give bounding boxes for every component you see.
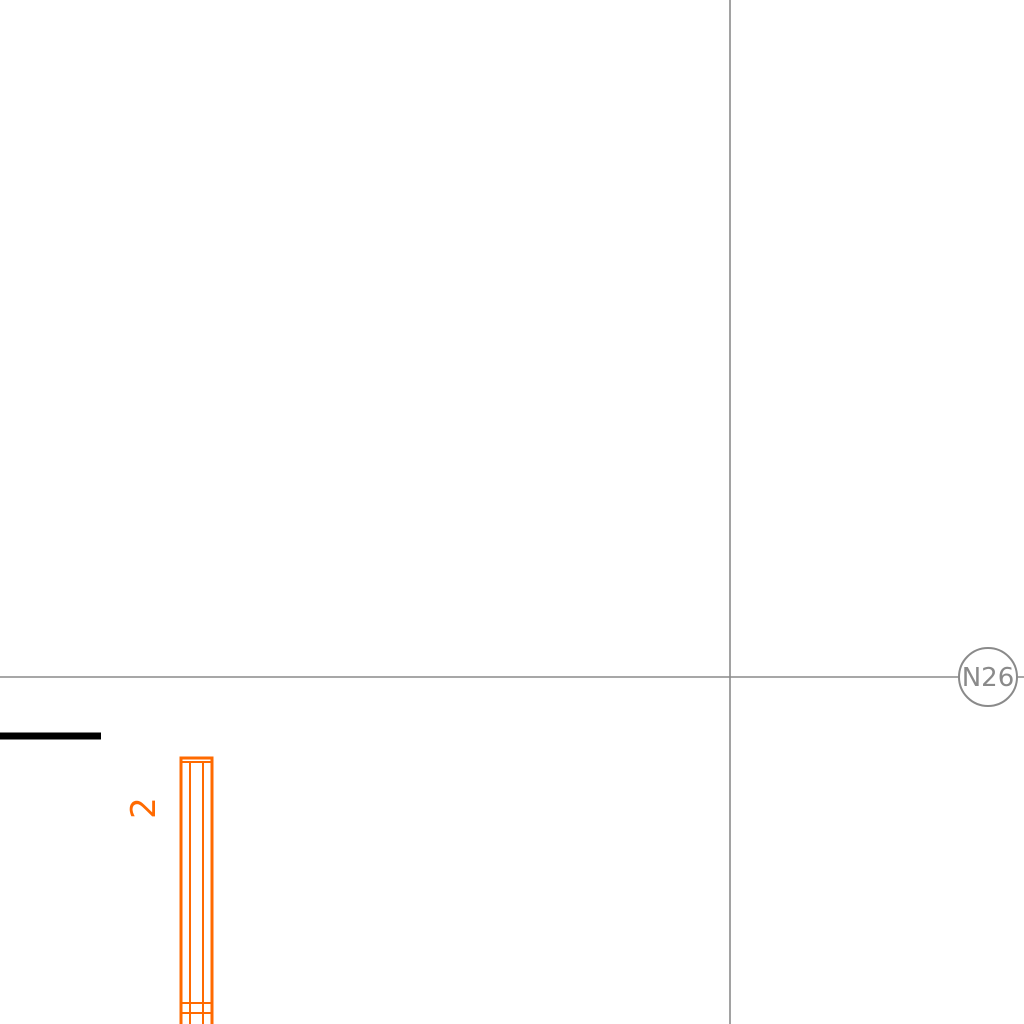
grid-bubble-label: N26 [962,663,1015,693]
cad-drawing: N26 2 [0,0,1024,1024]
structural-element[interactable] [179,756,214,1024]
element-label: 2 [124,797,164,819]
drawing-canvas: N26 2 [0,0,1024,1024]
element-outline [179,756,214,1024]
grid-bubble[interactable]: N26 [958,647,1018,707]
